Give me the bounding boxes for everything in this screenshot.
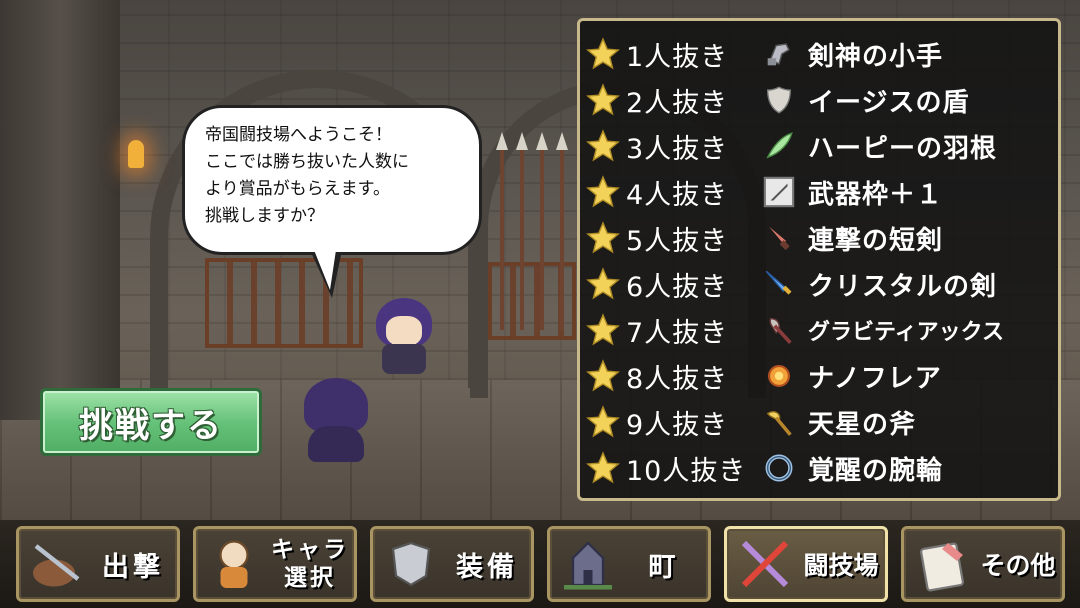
axe-icon bbox=[760, 311, 798, 349]
reward-row: 6人抜き クリスタルの剣 bbox=[586, 261, 1058, 307]
reward-tier: 5人抜き bbox=[626, 225, 729, 257]
reward-tier: 2人抜き bbox=[626, 87, 729, 119]
reward-row: 4人抜き 武器枠＋１ bbox=[586, 169, 1058, 215]
reward-item-name: ハーピーの羽根 bbox=[808, 133, 998, 164]
menu-label: 町 bbox=[648, 551, 680, 583]
menu-label: 闘技場 bbox=[803, 551, 879, 580]
star-icon bbox=[586, 37, 620, 71]
dialog-line: 挑戦しますか？ bbox=[205, 206, 324, 226]
bracelet-icon bbox=[760, 449, 798, 487]
town-icon bbox=[556, 532, 620, 596]
equipment-icon bbox=[379, 532, 443, 596]
spear bbox=[516, 132, 528, 330]
reward-tier: 9人抜き bbox=[626, 409, 729, 441]
reward-row: 2人抜き イージスの盾 bbox=[586, 77, 1058, 123]
challenge-button-label: 挑戦する bbox=[79, 405, 223, 446]
spear bbox=[536, 132, 548, 330]
star-icon bbox=[586, 83, 620, 117]
reward-item-name: イージスの盾 bbox=[808, 87, 970, 118]
reward-row: 8人抜き ナノフレア bbox=[586, 353, 1058, 399]
npc-body bbox=[382, 344, 426, 374]
reward-item-name: ナノフレア bbox=[808, 363, 942, 394]
reward-item-name: グラビティアックス bbox=[808, 320, 1005, 345]
dialog-line: より賞品がもらえます。 bbox=[205, 179, 390, 199]
npc-speech-bubble: 帝国闘技場へようこそ！ ここでは勝ち抜いた人数に より賞品がもらえます。 挑戦し… bbox=[182, 105, 482, 255]
menu-label: 装備 bbox=[456, 551, 518, 583]
speech-bubble-tail-fill bbox=[314, 250, 336, 290]
dialog-line: 帝国闘技場へようこそ！ bbox=[205, 125, 392, 145]
shield-icon bbox=[760, 81, 798, 119]
star-icon bbox=[586, 451, 620, 485]
star-icon bbox=[586, 129, 620, 163]
reward-item-name: 武器枠＋１ bbox=[808, 179, 944, 210]
npc-face bbox=[386, 316, 422, 346]
reward-row: 5人抜き 連撃の短剣 bbox=[586, 215, 1058, 261]
gauntlet-icon bbox=[760, 35, 798, 73]
arena-receptionist-npc[interactable] bbox=[372, 298, 436, 378]
star-icon bbox=[586, 313, 620, 347]
player-character bbox=[298, 378, 374, 464]
bottom-navigation: 出撃 キャラ 選択 装備 町 闘技場 その他 bbox=[0, 520, 1080, 608]
feather-icon bbox=[760, 127, 798, 165]
reward-row: 9人抜き 天星の斧 bbox=[586, 399, 1058, 445]
dagger-icon bbox=[760, 219, 798, 257]
reward-tier: 10人抜き bbox=[626, 455, 747, 487]
reward-item-name: 覚醒の腕輪 bbox=[808, 455, 944, 486]
arena-rewards-panel: 1人抜き 剣神の小手 2人抜き イージスの盾 3人抜き ハーピーの羽根 4人抜き… bbox=[577, 18, 1061, 501]
reward-tier: 3人抜き bbox=[626, 133, 729, 165]
crystal-sword-icon bbox=[760, 265, 798, 303]
menu-label: キャラ 選択 bbox=[271, 537, 349, 591]
left-pillar bbox=[0, 0, 120, 420]
other-icon bbox=[910, 532, 974, 596]
reward-tier: 7人抜き bbox=[626, 317, 729, 349]
reward-tier: 8人抜き bbox=[626, 363, 729, 395]
sortie-icon bbox=[25, 532, 89, 596]
star-icon bbox=[586, 359, 620, 393]
reward-item-name: クリスタルの剣 bbox=[808, 271, 998, 302]
menu-label: その他 bbox=[980, 551, 1056, 580]
reward-tier: 6人抜き bbox=[626, 271, 729, 303]
reward-row: 3人抜き ハーピーの羽根 bbox=[586, 123, 1058, 169]
menu-character-select-button[interactable]: キャラ 選択 bbox=[193, 526, 357, 602]
arena-icon bbox=[733, 532, 797, 596]
menu-arena-button[interactable]: 闘技場 bbox=[724, 526, 888, 602]
menu-label: 出撃 bbox=[102, 551, 164, 583]
star-icon bbox=[586, 267, 620, 301]
spear bbox=[496, 132, 508, 330]
reward-tier: 4人抜き bbox=[626, 179, 729, 211]
character-select-icon bbox=[202, 532, 266, 596]
player-cloak bbox=[308, 426, 364, 462]
spear bbox=[556, 132, 568, 330]
star-icon bbox=[586, 405, 620, 439]
star-axe-icon bbox=[760, 403, 798, 441]
reward-item-name: 剣神の小手 bbox=[808, 41, 944, 72]
menu-town-button[interactable]: 町 bbox=[547, 526, 711, 602]
menu-other-button[interactable]: その他 bbox=[901, 526, 1065, 602]
weapon-slot-icon bbox=[760, 173, 798, 211]
reward-row: 7人抜き グラビティアックス bbox=[586, 307, 1058, 353]
reward-item-name: 天星の斧 bbox=[808, 409, 917, 440]
challenge-button[interactable]: 挑戦する bbox=[40, 388, 262, 456]
reward-row: 10人抜き 覚醒の腕輪 bbox=[586, 445, 1058, 491]
star-icon bbox=[586, 175, 620, 209]
menu-equipment-button[interactable]: 装備 bbox=[370, 526, 534, 602]
wall-torch bbox=[128, 140, 144, 168]
reward-row: 1人抜き 剣神の小手 bbox=[586, 31, 1058, 77]
menu-sortie-button[interactable]: 出撃 bbox=[16, 526, 180, 602]
reward-item-name: 連撃の短剣 bbox=[808, 225, 944, 256]
dialog-line: ここでは勝ち抜いた人数に bbox=[205, 152, 409, 172]
witch-hat bbox=[304, 378, 368, 432]
star-icon bbox=[586, 221, 620, 255]
reward-tier: 1人抜き bbox=[626, 41, 729, 73]
flare-icon bbox=[760, 357, 798, 395]
